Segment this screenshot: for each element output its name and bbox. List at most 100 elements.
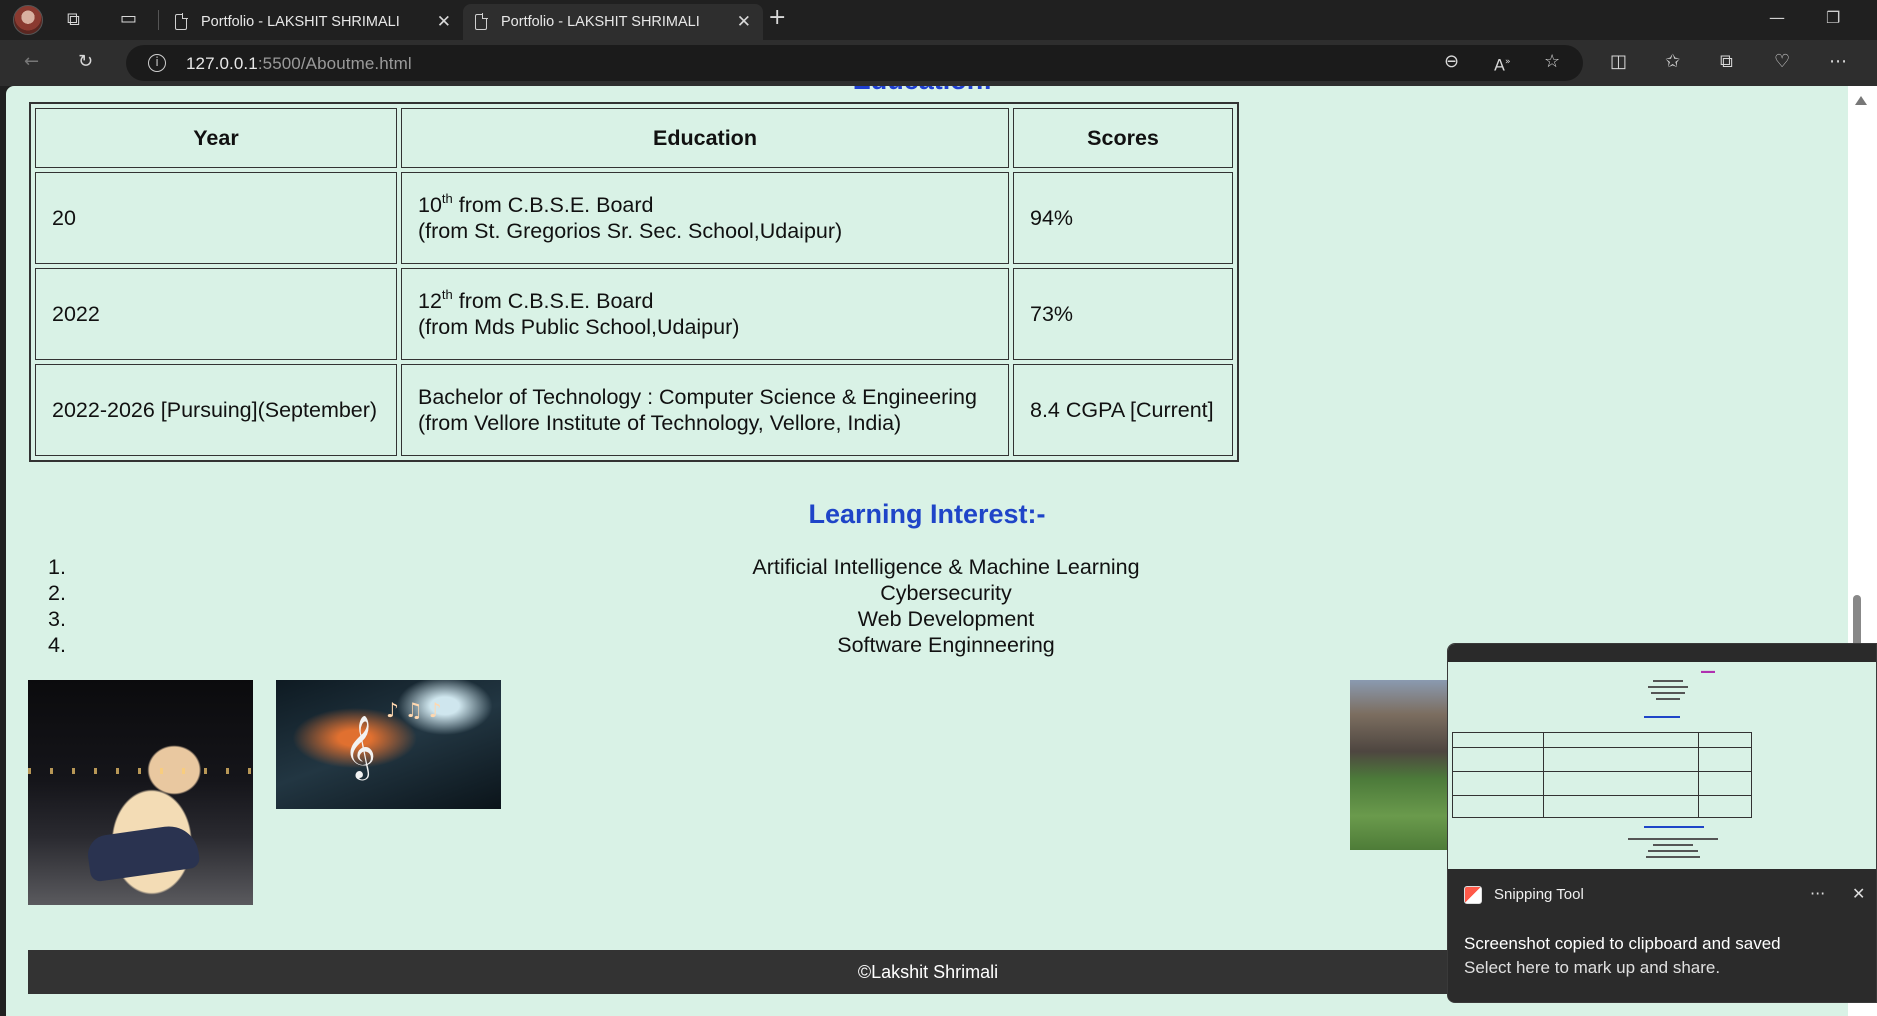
table-row: 2022 12th from C.B.S.E. Board (from Mds P… — [35, 268, 1233, 360]
list-item: 2. Cybersecurity — [6, 581, 1848, 607]
list-item: 3. Web Development — [6, 607, 1848, 633]
edu-number: 12 — [418, 289, 442, 313]
workspaces-icon[interactable]: ⧉ — [67, 10, 80, 30]
thumbnail-rule — [1543, 733, 1544, 817]
thumbnail-table — [1452, 732, 1752, 818]
thumbnail-line — [1644, 826, 1704, 828]
col-scores-header: Scores — [1013, 108, 1233, 168]
tab-title: Portfolio - LAKSHIT SHRIMALI — [201, 14, 400, 30]
thumbnail-heading: ▬▬ — [1701, 668, 1715, 675]
table-row: 2022-2026 [Pursuing](September) Bachelor… — [35, 364, 1233, 456]
score-cell: 73% — [1013, 268, 1233, 360]
year-cell: 20 — [35, 172, 397, 264]
profile-avatar[interactable] — [13, 5, 43, 35]
thumbnail-line — [1646, 856, 1700, 858]
thumbnail-rule — [1453, 771, 1751, 772]
photo-figure — [85, 822, 201, 883]
refresh-icon[interactable]: ↻ — [78, 52, 93, 72]
thumbnail-line — [1653, 844, 1693, 846]
list-item: 1. Artificial Intelligence & Machine Lear… — [6, 555, 1848, 581]
zoom-out-icon[interactable]: ⊖ — [1444, 52, 1459, 72]
edu-superscript: th — [441, 191, 453, 206]
education-cell: Bachelor of Technology : Computer Scienc… — [401, 364, 1009, 456]
col-education-header: Education — [401, 108, 1009, 168]
read-aloud-icon[interactable]: A» — [1494, 52, 1510, 75]
table-header-row: Year Education Scores — [35, 108, 1233, 168]
tab-bar: ⧉ ▭ Portfolio - LAKSHIT SHRIMALI ✕ Portf… — [0, 0, 1877, 40]
browser-essentials-icon[interactable]: ♡ — [1774, 52, 1790, 72]
more-icon[interactable]: ⋯ — [1829, 52, 1847, 72]
score-cell: 94% — [1013, 172, 1233, 264]
back-icon[interactable]: ← — [24, 52, 39, 72]
toast-title: Screenshot copied to clipboard and saved — [1464, 934, 1781, 953]
education-cell: 12th from C.B.S.E. Board (from Mds Public… — [401, 268, 1009, 360]
new-tab-button[interactable]: + — [768, 7, 786, 29]
tab-title: Portfolio - LAKSHIT SHRIMALI — [501, 14, 700, 30]
tab-portfolio-1[interactable]: Portfolio - LAKSHIT SHRIMALI ✕ — [163, 4, 463, 40]
thumbnail-line — [1648, 850, 1698, 852]
screenshot-thumbnail[interactable]: ▬▬ — [1448, 644, 1876, 869]
page-icon — [475, 13, 488, 30]
education-heading: Education:- — [6, 86, 1848, 96]
learning-interest-heading: Learning Interest:- — [808, 499, 1046, 529]
close-tab-icon[interactable]: ✕ — [437, 12, 451, 32]
education-cell: 10th from C.B.S.E. Board (from St. Gregor… — [401, 172, 1009, 264]
split-screen-icon[interactable]: ◫ — [1610, 52, 1627, 72]
url-text[interactable]: 127.0.0.1:5500/Aboutme.html — [186, 54, 412, 74]
restore-icon[interactable]: ❐ — [1826, 8, 1840, 27]
year-cell: 2022 — [35, 268, 397, 360]
favorites-icon[interactable]: ✩ — [1665, 52, 1680, 72]
edu-line2: (from St. Gregorios Sr. Sec. School,Udai… — [418, 219, 843, 243]
toast-app-name: Snipping Tool — [1494, 886, 1584, 903]
edu-superscript: th — [441, 287, 453, 302]
collections-icon[interactable]: ⧉ — [1720, 52, 1733, 72]
thumbnail-rule — [1453, 795, 1751, 796]
thumbnail-line — [1651, 692, 1685, 694]
edu-line1: from C.B.S.E. Board — [452, 193, 654, 217]
edu-line1: Bachelor of Technology : Computer Scienc… — [418, 385, 977, 409]
music-image: 𝄞 ♪♫♪ — [276, 680, 501, 809]
thumbnail-line — [1656, 698, 1680, 700]
toast-subtitle: Select here to mark up and share. — [1464, 958, 1721, 977]
list-text: Artificial Intelligence & Machine Learni… — [752, 555, 1140, 579]
thumbnail-line — [1628, 838, 1718, 840]
education-table: Year Education Scores 20 10th from C.B.S… — [29, 102, 1239, 462]
snipping-tool-icon — [1464, 886, 1482, 904]
cricket-ground-image — [1350, 680, 1450, 850]
thumbnail-rule — [1453, 747, 1751, 748]
edu-number: 10 — [418, 193, 442, 217]
edu-line2: (from Mds Public School,Udaipur) — [418, 315, 740, 339]
thumbnail-line — [1644, 716, 1680, 718]
thumbnail-line — [1653, 680, 1683, 682]
edu-line2: (from Vellore Institute of Technology, V… — [418, 411, 902, 435]
year-cell: 2022-2026 [Pursuing](September) — [35, 364, 397, 456]
col-year-header: Year — [35, 108, 397, 168]
scroll-up-arrow-icon[interactable] — [1855, 96, 1867, 105]
minimize-icon[interactable]: — — [1769, 8, 1785, 27]
profile-photo — [28, 680, 253, 905]
table-row: 20 10th from C.B.S.E. Board (from St. Gre… — [35, 172, 1233, 264]
edu-line1: from C.B.S.E. Board — [452, 289, 654, 313]
thumbnail-rule — [1698, 733, 1699, 817]
city-lights — [28, 768, 253, 774]
toast-more-button[interactable]: ··· — [1810, 884, 1825, 903]
tab-separator — [158, 10, 159, 30]
thumbnail-chrome — [1448, 644, 1876, 662]
music-notes-icon: ♪♫♪ — [386, 698, 448, 722]
url-path: :5500/Aboutme.html — [257, 54, 412, 73]
snipping-tool-notification[interactable]: ▬▬ Snipping Tool ··· ✕ Screenshot copied… — [1447, 643, 1877, 1003]
toast-close-button[interactable]: ✕ — [1852, 884, 1865, 903]
address-toolbar: ← ↻ i 127.0.0.1:5500/Aboutme.html ⊖ A» ☆… — [0, 40, 1877, 86]
url-host: 127.0.0.1 — [186, 54, 258, 73]
site-info-icon[interactable]: i — [148, 54, 166, 72]
list-text: Web Development — [857, 607, 1035, 631]
page-icon — [175, 13, 188, 30]
favorite-star-icon[interactable]: ☆ — [1544, 52, 1560, 72]
tab-portfolio-2[interactable]: Portfolio - LAKSHIT SHRIMALI ✕ — [463, 4, 763, 40]
treble-clef-icon: 𝄞 — [344, 715, 376, 778]
score-cell: 8.4 CGPA [Current] — [1013, 364, 1233, 456]
tab-actions-icon[interactable]: ▭ — [120, 9, 137, 29]
thumbnail-line — [1648, 686, 1688, 688]
list-text: Cybersecurity — [880, 581, 1012, 605]
close-tab-icon[interactable]: ✕ — [737, 12, 751, 32]
